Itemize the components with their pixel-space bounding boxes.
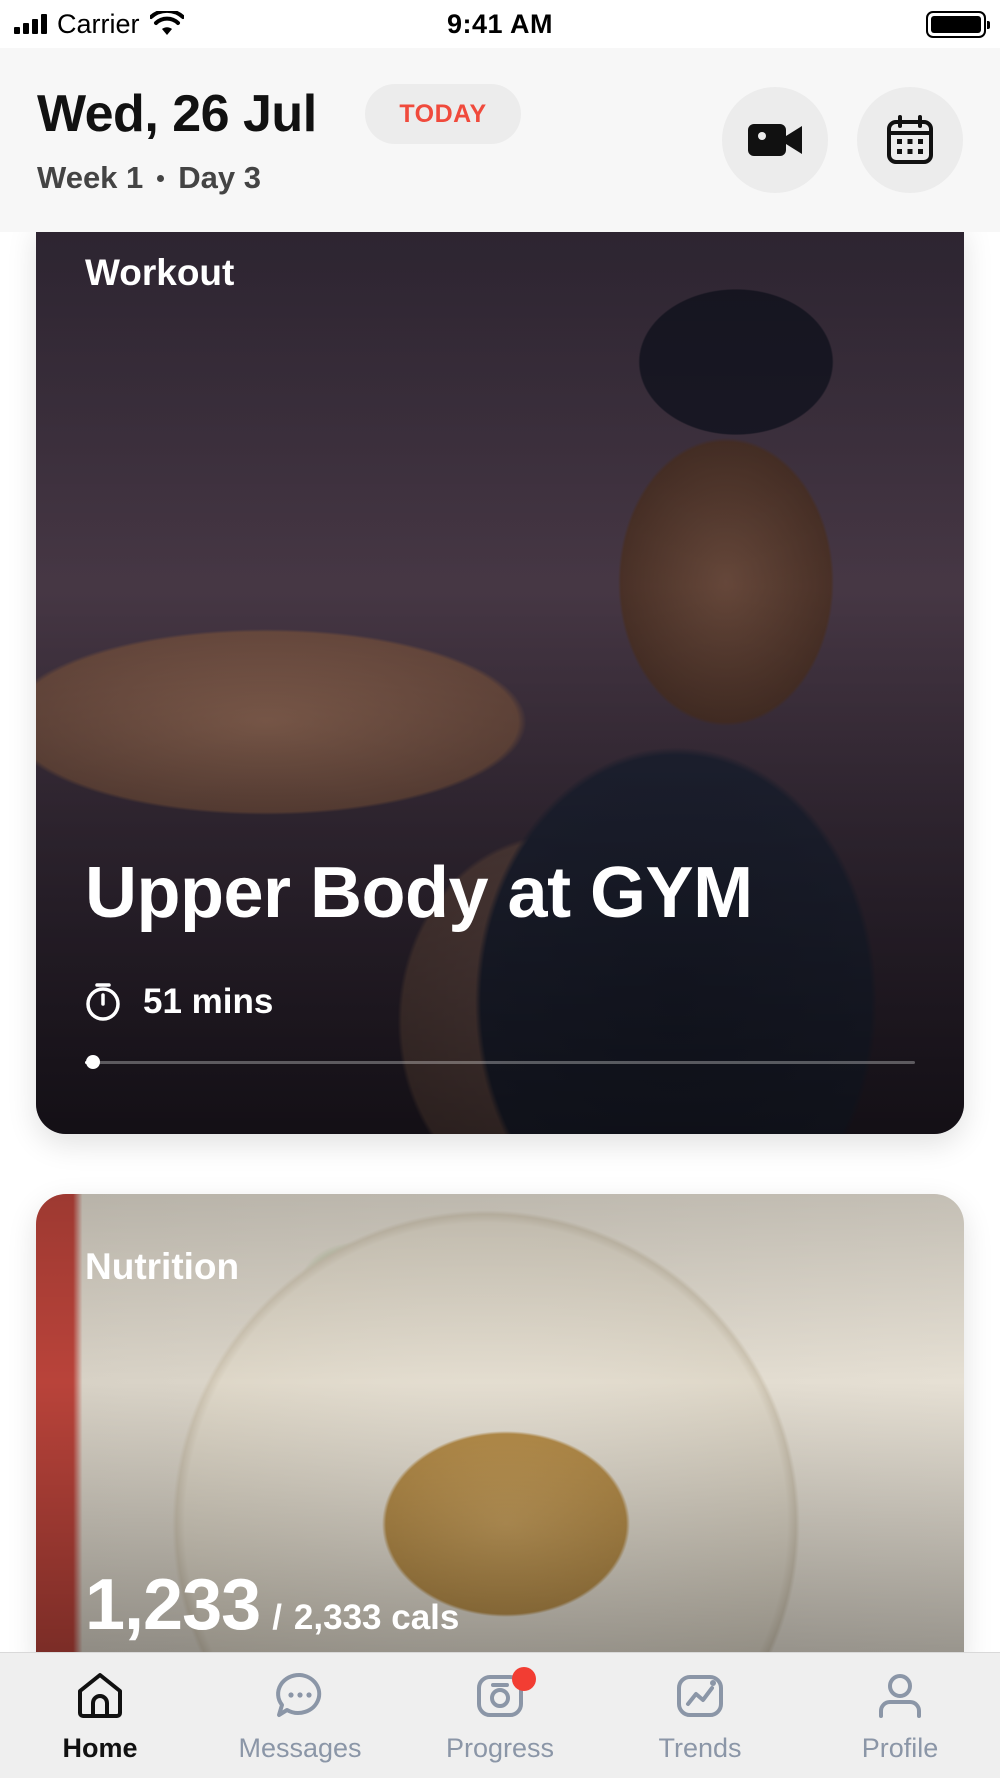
tab-trends[interactable]: Trends [600,1653,800,1778]
calories-separator: / [272,1598,282,1637]
workout-category-label: Workout [85,252,235,293]
workout-duration: 51 mins [85,982,273,1022]
nutrition-category-label: Nutrition [85,1246,240,1287]
status-right [736,10,990,38]
workout-title: Upper Body at GYM [85,853,753,933]
tab-profile[interactable]: Profile [800,1653,1000,1778]
tab-messages[interactable]: Messages [200,1653,400,1778]
status-time: 9:41 AM [446,8,554,39]
day-label: Day 3 [178,160,262,195]
chat-icon [276,1672,322,1717]
today-button[interactable]: TODAY [365,84,521,144]
date-title: Wed, 26 Jul [37,85,317,143]
tab-home-label: Home [62,1733,138,1763]
tab-home[interactable]: Home [0,1653,200,1778]
status-bar: Carrier 9:41 AM [0,0,1000,48]
tab-progress[interactable]: Progress [400,1653,600,1778]
feed[interactable]: Workout Upper Body at GYM 51 mins Nutrit… [0,232,1000,1652]
notification-badge [512,1667,536,1691]
header: Wed, 26 Jul TODAY Week 1 Day 3 [0,48,1000,232]
tab-profile-label: Profile [861,1733,939,1763]
signal-icon [14,14,47,34]
wifi-icon [149,11,184,35]
status-left: Carrier [14,9,264,40]
stopwatch-icon [86,983,120,1021]
home-icon [78,1673,122,1718]
video-camera-icon [748,124,802,156]
carrier-label: Carrier [57,8,140,39]
workout-progress-bar [85,1055,915,1069]
video-button[interactable] [722,87,828,193]
battery-icon [926,10,990,38]
person-icon [879,1674,921,1718]
duration-label: 51 mins [143,982,274,1021]
tab-bar: Home Messages Progress Trends Profile [0,1652,1000,1778]
tab-progress-label: Progress [445,1733,555,1763]
nutrition-card[interactable]: Nutrition 1,233 / 2,333 cals [36,1194,964,1652]
tab-messages-label: Messages [238,1733,362,1763]
week-label: Week 1 [37,160,144,195]
calendar-icon [887,115,933,164]
week-day-line: Week 1 Day 3 [37,160,261,196]
separator-dot [157,174,165,182]
calories-consumed: 1,233 [85,1565,261,1645]
chart-icon [677,1675,723,1717]
calories-summary: 1,233 / 2,333 cals [85,1564,459,1646]
calories-goal: 2,333 cals [293,1598,460,1637]
calendar-button[interactable] [857,87,963,193]
workout-card[interactable]: Workout Upper Body at GYM 51 mins [36,232,964,1134]
tab-trends-label: Trends [658,1733,742,1763]
